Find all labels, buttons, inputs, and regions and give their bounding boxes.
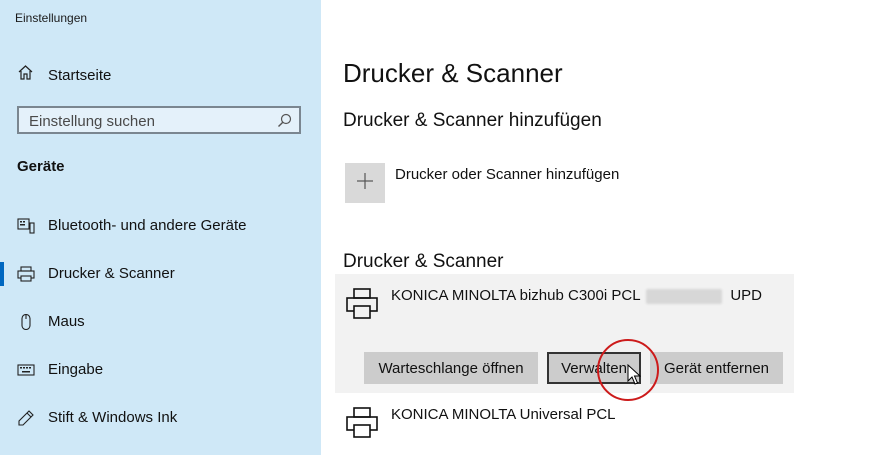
sidebar-item-input[interactable]: Eingabe <box>0 352 321 388</box>
sidebar-item-label: Stift & Windows Ink <box>48 409 178 426</box>
sidebar-item-label: Eingabe <box>48 361 104 378</box>
sidebar-item-mouse[interactable]: Maus <box>0 304 321 340</box>
plus-icon <box>356 172 374 195</box>
search-input[interactable]: Einstellung suchen <box>17 106 301 134</box>
printer-icon <box>17 266 35 282</box>
printer-name-model: KONICA MINOLTA bizhub C300i PCL <box>391 287 640 304</box>
redacted-text <box>646 288 723 304</box>
printer-icon <box>345 287 379 326</box>
printers-section-title: Drucker & Scanner <box>343 251 504 272</box>
selection-indicator <box>0 262 4 286</box>
add-printer-button[interactable] <box>345 163 385 203</box>
printer-name-suffix: UPD <box>730 287 763 304</box>
bluetooth-devices-icon <box>17 218 35 234</box>
pen-icon <box>17 410 35 426</box>
mouse-icon <box>17 313 35 331</box>
section-label-devices: Geräte <box>17 158 65 175</box>
sidebar: Einstellungen Startseite Einstellung suc… <box>0 0 321 455</box>
sidebar-item-label: Drucker & Scanner <box>48 265 175 282</box>
home-icon <box>17 64 34 86</box>
search-icon[interactable] <box>277 113 292 133</box>
sidebar-item-bluetooth[interactable]: Bluetooth- und andere Geräte <box>0 208 321 244</box>
printer-card-bizhub[interactable]: KONICA MINOLTA bizhub C300i PCL UPD Wart… <box>335 274 794 393</box>
window-title: Einstellungen <box>15 11 88 25</box>
page-title: Drucker & Scanner <box>343 58 563 88</box>
open-queue-button[interactable]: Warteschlange öffnen <box>364 352 538 384</box>
sidebar-item-pen[interactable]: Stift & Windows Ink <box>0 400 321 436</box>
sidebar-item-label: Maus <box>48 313 85 330</box>
search-placeholder: Einstellung suchen <box>29 113 155 130</box>
keyboard-icon <box>17 362 35 378</box>
remove-device-button[interactable]: Gerät entfernen <box>650 352 783 384</box>
printer-name: KONICA MINOLTA Universal PCL <box>391 406 616 423</box>
main-content: Drucker & Scanner Drucker & Scanner hinz… <box>321 0 880 455</box>
add-section-title: Drucker & Scanner hinzufügen <box>343 110 602 131</box>
printer-icon <box>345 406 379 445</box>
mouse-cursor-icon <box>627 363 642 391</box>
printer-name: KONICA MINOLTA bizhub C300i PCL UPD <box>391 287 762 304</box>
sidebar-item-label: Bluetooth- und andere Geräte <box>48 217 247 234</box>
home-link[interactable]: Startseite <box>17 64 111 86</box>
sidebar-item-printers[interactable]: Drucker & Scanner <box>0 256 321 292</box>
add-printer-label[interactable]: Drucker oder Scanner hinzufügen <box>395 166 619 183</box>
home-label: Startseite <box>48 66 112 84</box>
